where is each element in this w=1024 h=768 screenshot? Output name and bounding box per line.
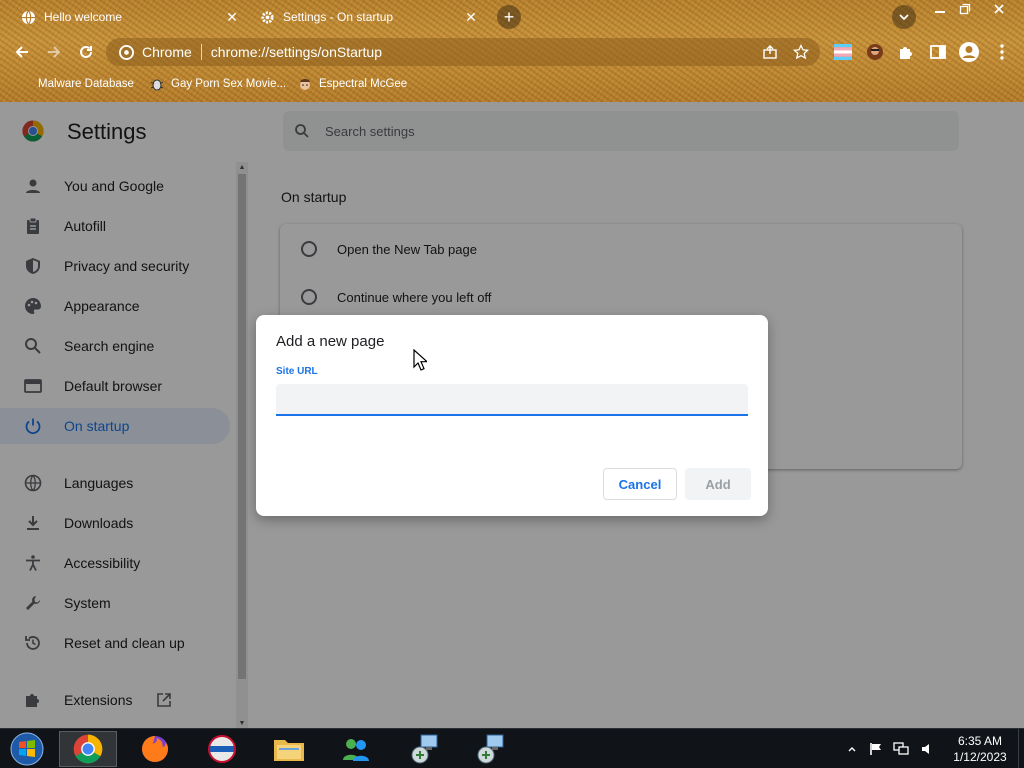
bookmark-item[interactable]: Malware Database bbox=[38, 74, 134, 94]
bookmark-label: Espectral McGee bbox=[319, 78, 408, 90]
close-tab-icon[interactable]: ✕ bbox=[224, 9, 240, 25]
tab-title: Hello welcome bbox=[44, 10, 123, 24]
back-button[interactable] bbox=[10, 40, 34, 64]
volume-icon[interactable] bbox=[917, 729, 937, 768]
firefox-icon bbox=[142, 736, 168, 762]
tab-settings[interactable]: Settings - On startup ✕ bbox=[251, 3, 487, 31]
chevron-down-icon bbox=[899, 14, 909, 21]
new-tab-button[interactable]: + bbox=[497, 5, 521, 29]
taskbar-network-app-2[interactable] bbox=[462, 731, 520, 767]
restore-icon bbox=[959, 3, 971, 15]
show-desktop-button[interactable] bbox=[1018, 729, 1024, 768]
tab-title: Settings - On startup bbox=[283, 10, 394, 24]
taskbar-clock[interactable]: 6:35 AM 1/12/2023 bbox=[942, 733, 1018, 765]
bookmark-label: Malware Database bbox=[38, 78, 134, 90]
taskbar-messenger[interactable] bbox=[327, 731, 385, 767]
browser-frame: Hello welcome ✕ Settings - On startup ✕ … bbox=[0, 0, 1024, 102]
taskbar-network-app-1[interactable] bbox=[396, 731, 454, 767]
add-button[interactable]: Add bbox=[685, 468, 751, 500]
minimize-icon bbox=[935, 11, 945, 13]
clock-time: 6:35 AM bbox=[957, 734, 1003, 748]
minimize-button[interactable] bbox=[929, 0, 951, 18]
reload-icon bbox=[80, 45, 92, 58]
close-tab-icon[interactable]: ✕ bbox=[463, 9, 479, 25]
tab-search-button[interactable] bbox=[892, 5, 916, 29]
network-computer-icon bbox=[477, 734, 504, 764]
taskbar-chrome[interactable] bbox=[59, 731, 117, 767]
flag-extension-icon[interactable] bbox=[832, 41, 854, 63]
omnibox-divider bbox=[200, 44, 202, 60]
bookmark-label: Gay Porn Sex Movie... bbox=[171, 78, 287, 90]
opera-icon bbox=[208, 735, 236, 763]
arrow-left-icon bbox=[15, 46, 28, 58]
site-url-label: Site URL bbox=[276, 366, 318, 377]
users-icon bbox=[343, 739, 369, 761]
share-icon[interactable] bbox=[758, 40, 782, 64]
taskbar-firefox[interactable] bbox=[126, 731, 184, 767]
dialog-title: Add a new page bbox=[276, 333, 385, 350]
network-status-icon[interactable] bbox=[891, 729, 911, 768]
bug-icon bbox=[149, 76, 165, 92]
taskbar-file-explorer[interactable] bbox=[260, 731, 318, 767]
restore-button[interactable] bbox=[954, 0, 976, 18]
windows-start-orb-icon bbox=[10, 732, 44, 766]
show-hidden-icons-button[interactable] bbox=[844, 729, 860, 768]
chrome-icon bbox=[118, 44, 134, 60]
bookmark-star-icon[interactable] bbox=[789, 40, 813, 64]
site-url-input[interactable] bbox=[276, 384, 748, 416]
folder-icon bbox=[274, 740, 304, 761]
start-button[interactable] bbox=[0, 731, 54, 767]
extensions-puzzle-icon[interactable] bbox=[895, 41, 917, 63]
clock-date: 1/12/2023 bbox=[953, 750, 1007, 764]
tab-hello-welcome[interactable]: Hello welcome ✕ bbox=[12, 3, 248, 31]
mouse-cursor-icon bbox=[413, 349, 427, 371]
chevron-up-icon bbox=[848, 747, 856, 752]
forward-button[interactable] bbox=[42, 40, 66, 64]
close-icon bbox=[994, 4, 1004, 14]
face-icon bbox=[297, 76, 313, 92]
globe-icon bbox=[20, 9, 36, 25]
add-page-dialog: Add a new page Site URL Cancel Add bbox=[256, 315, 768, 516]
site-name: Chrome bbox=[142, 44, 192, 60]
gear-icon bbox=[259, 9, 275, 25]
menu-kebab-icon[interactable] bbox=[991, 41, 1013, 63]
url-text[interactable]: chrome://settings/onStartup bbox=[211, 44, 758, 60]
profile-avatar-icon[interactable] bbox=[958, 41, 980, 63]
address-bar[interactable]: Chrome chrome://settings/onStartup bbox=[106, 38, 820, 66]
cancel-button[interactable]: Cancel bbox=[603, 468, 677, 500]
taskbar-opera[interactable] bbox=[193, 731, 251, 767]
network-computer-icon bbox=[411, 734, 438, 764]
close-window-button[interactable] bbox=[988, 0, 1010, 18]
chrome-icon bbox=[73, 734, 103, 764]
action-center-flag-icon[interactable] bbox=[866, 729, 886, 768]
plus-icon: + bbox=[503, 6, 515, 27]
taskbar: 6:35 AM 1/12/2023 bbox=[0, 728, 1024, 768]
arrow-right-icon bbox=[48, 46, 61, 58]
bookmark-item[interactable]: Gay Porn Sex Movie... bbox=[149, 74, 286, 94]
side-panel-icon[interactable] bbox=[927, 41, 949, 63]
bookmark-item[interactable]: Espectral McGee bbox=[297, 74, 407, 94]
reload-button[interactable] bbox=[74, 40, 98, 64]
avatar-extension-icon[interactable] bbox=[864, 41, 886, 63]
